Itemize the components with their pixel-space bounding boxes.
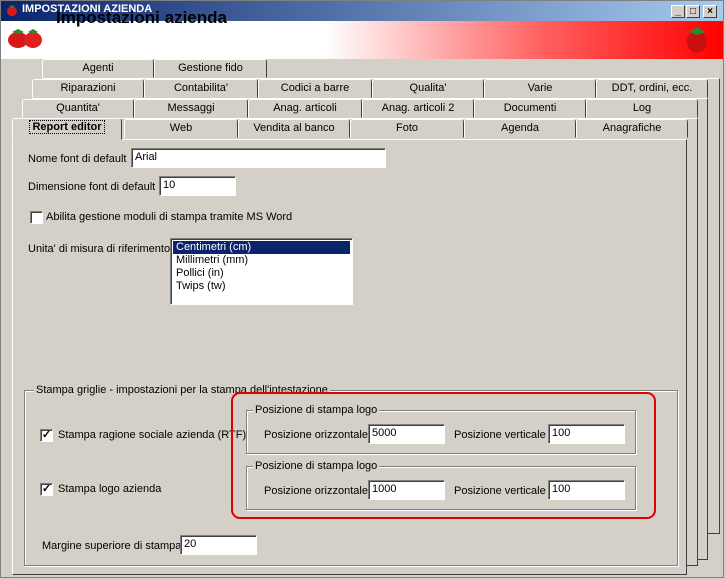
tab-web[interactable]: Web xyxy=(124,119,238,138)
unit-label: Unita' di misura di riferimento xyxy=(28,243,171,255)
margin-input[interactable]: 20 xyxy=(180,535,257,555)
tab-codici-a-barre[interactable]: Codici a barre xyxy=(258,79,372,98)
tab-anag-articoli-2[interactable]: Anag. articoli 2 xyxy=(362,99,474,118)
unit-option[interactable]: Pollici (in) xyxy=(173,267,350,280)
minimize-button[interactable]: _ xyxy=(671,5,685,18)
tab-contabilita[interactable]: Contabilita' xyxy=(144,79,258,98)
maximize-button[interactable]: □ xyxy=(686,5,700,18)
tab-ddt-ordini[interactable]: DDT, ordini, ecc. xyxy=(596,79,708,98)
strawberry-icon xyxy=(5,4,19,21)
tab-qualita[interactable]: Qualita' xyxy=(372,79,484,98)
logo-checkbox[interactable]: ✓ xyxy=(40,483,53,496)
tab-varie[interactable]: Varie xyxy=(484,79,596,98)
font-label: Nome font di default xyxy=(28,153,127,165)
tab-quantita[interactable]: Quantita' xyxy=(22,99,134,118)
close-button[interactable]: × xyxy=(703,5,717,18)
page-title: Impostazioni azienda xyxy=(56,8,227,27)
tab-log[interactable]: Log xyxy=(586,99,698,118)
font-input[interactable]: Arial xyxy=(131,148,386,168)
tab-report-editor[interactable]: Report editor xyxy=(12,118,122,140)
unit-option[interactable]: Millimetri (mm) xyxy=(173,254,350,267)
tab-agenti[interactable]: Agenti xyxy=(42,59,154,78)
tab-riparazioni[interactable]: Riparazioni xyxy=(32,79,144,98)
unit-listbox[interactable]: Centimetri (cm) Millimetri (mm) Pollici … xyxy=(170,238,353,305)
margin-label: Margine superiore di stampa xyxy=(42,540,182,552)
size-input[interactable]: 10 xyxy=(159,176,236,196)
word-checkbox[interactable] xyxy=(30,211,43,224)
ragione-checkbox[interactable]: ✓ xyxy=(40,429,53,442)
strawberry-icon xyxy=(683,24,711,59)
unit-option[interactable]: Twips (tw) xyxy=(173,280,350,293)
tab-anagrafiche[interactable]: Anagrafiche xyxy=(576,119,688,138)
tab-agenda[interactable]: Agenda xyxy=(464,119,576,138)
tab-messaggi[interactable]: Messaggi xyxy=(134,99,248,118)
strawberry-icon xyxy=(6,27,44,52)
size-label: Dimensione font di default xyxy=(28,181,156,193)
tab-report-editor-label: Report editor xyxy=(29,120,105,134)
tab-foto[interactable]: Foto xyxy=(350,119,464,138)
unit-option[interactable]: Centimetri (cm) xyxy=(173,241,350,254)
logo-label: Stampa logo azienda xyxy=(58,483,162,495)
tab-anag-articoli[interactable]: Anag. articoli xyxy=(248,99,362,118)
highlight-annotation xyxy=(231,392,656,519)
tab-vendita-al-banco[interactable]: Vendita al banco xyxy=(238,119,350,138)
word-label: Abilita gestione moduli di stampa tramit… xyxy=(46,211,293,223)
tab-documenti[interactable]: Documenti xyxy=(474,99,586,118)
ragione-label: Stampa ragione sociale azienda (RTF) xyxy=(58,429,247,441)
tab-gestione-fido[interactable]: Gestione fido xyxy=(154,59,267,78)
